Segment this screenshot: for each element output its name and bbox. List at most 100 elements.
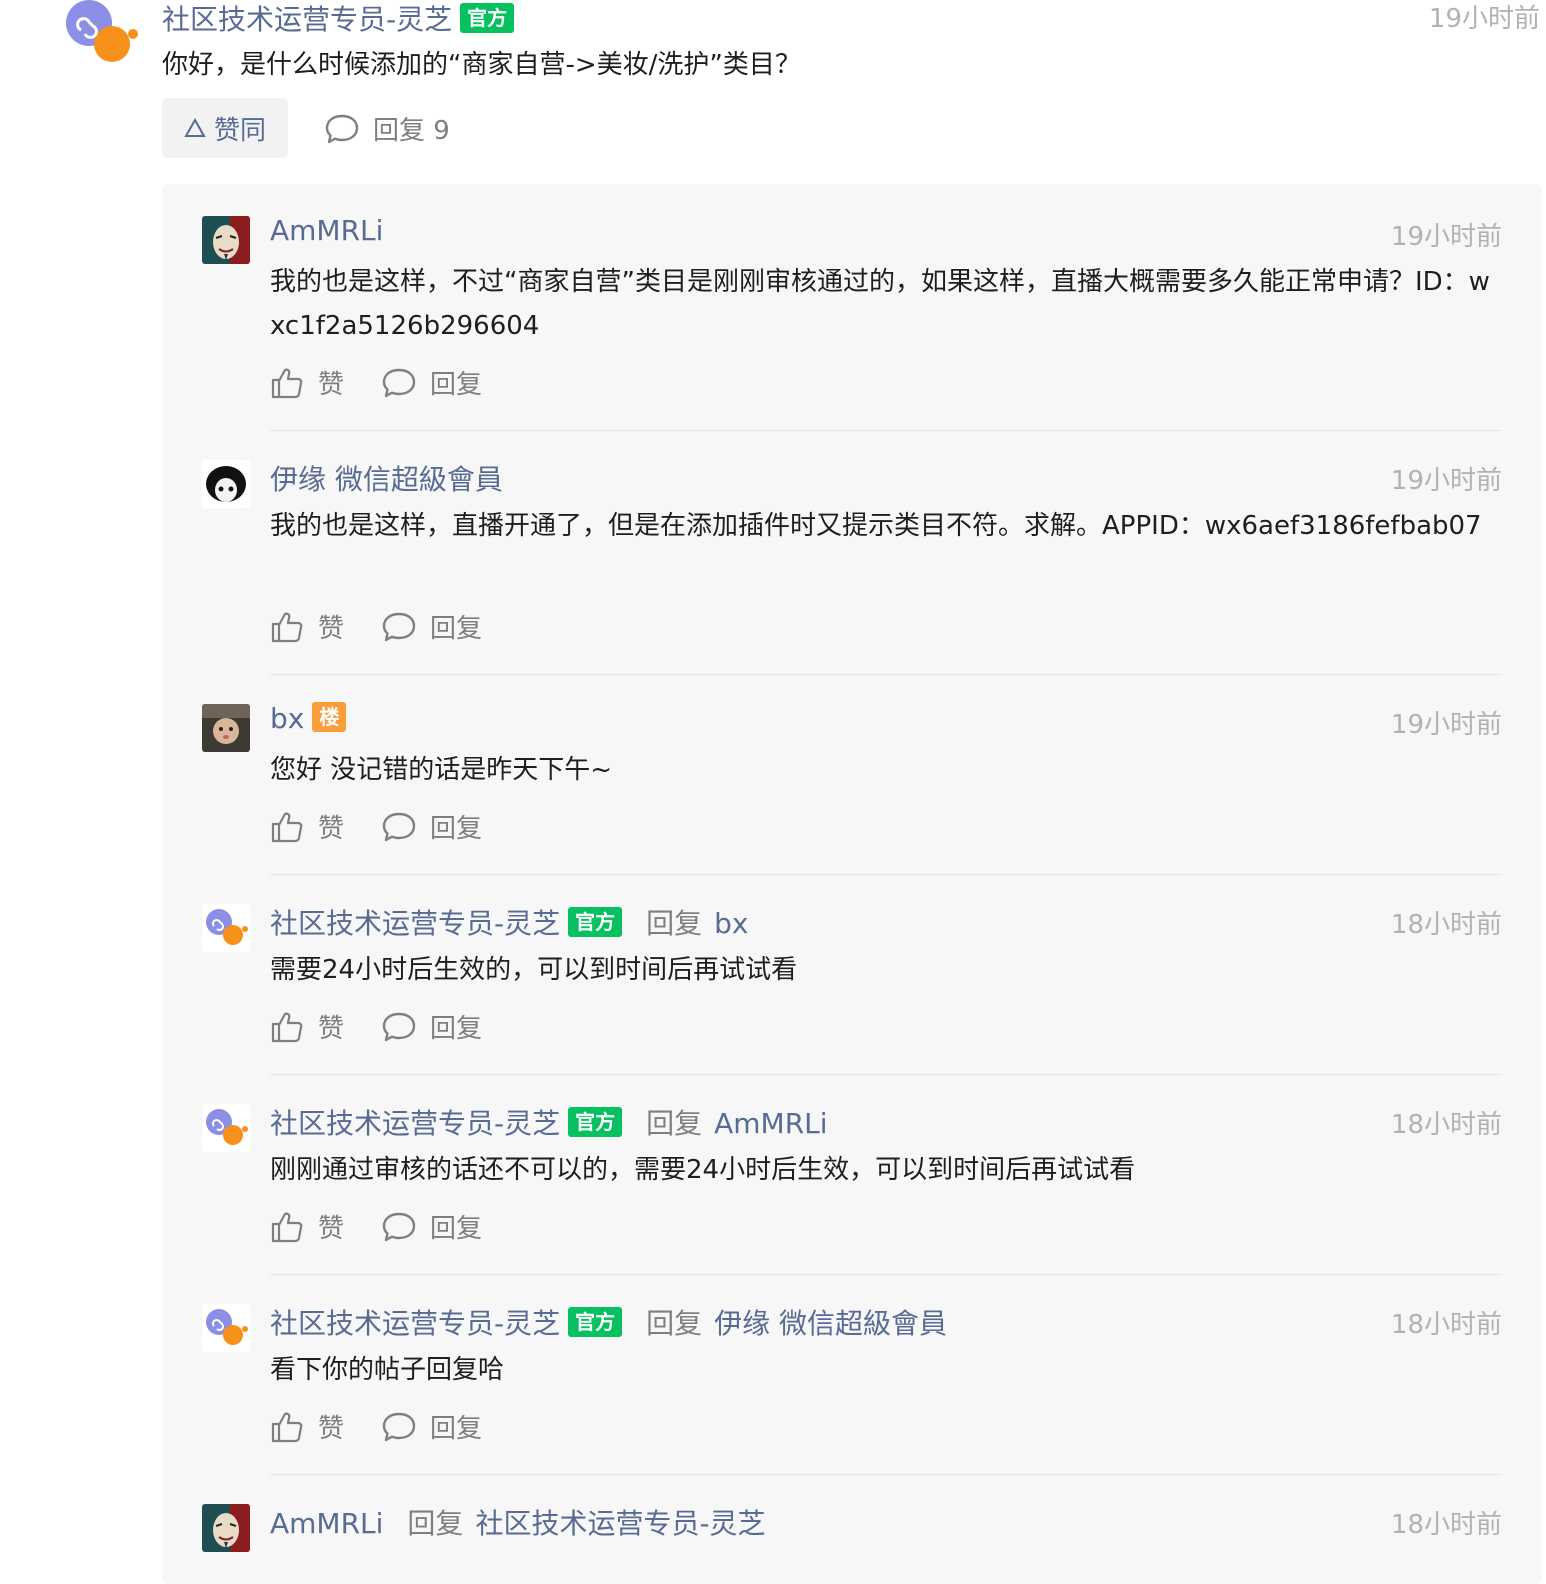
- author-name[interactable]: 社区技术运营专员-灵芝: [270, 1307, 560, 1340]
- post-author[interactable]: 社区技术运营专员-灵芝 官方: [162, 0, 515, 38]
- divider: [270, 1274, 1502, 1275]
- like-label: 赞: [318, 370, 345, 400]
- author-name[interactable]: 伊缘 微信超級會員: [270, 463, 503, 496]
- thumbs-up-icon: [271, 1212, 303, 1242]
- like-label: 赞: [318, 1214, 345, 1244]
- reply-header: 社区技术运营专员-灵芝 官方 回复 bx: [270, 902, 748, 942]
- author-name[interactable]: 社区技术运营专员-灵芝: [270, 1107, 560, 1140]
- user-avatar[interactable]: [202, 460, 250, 508]
- like-label: 赞: [318, 1414, 345, 1444]
- user-avatar[interactable]: [202, 904, 250, 952]
- official-badge: 官方: [568, 907, 623, 937]
- user-avatar[interactable]: [202, 216, 250, 264]
- reply-actions: 赞 回复: [270, 808, 482, 845]
- reply-header: bx 楼: [270, 702, 347, 735]
- official-badge: 官方: [460, 3, 515, 33]
- reply-list: AmMRLi 19小时前 我的也是这样，不过“商家自营”类目是刚刚审核通过的，如果这…: [162, 184, 1542, 1584]
- thumbs-up-icon: [271, 612, 303, 642]
- user-avatar[interactable]: [202, 1504, 250, 1552]
- reply-button[interactable]: 回复: [382, 808, 482, 845]
- divider: [270, 1474, 1502, 1475]
- reply-target-name[interactable]: bx: [714, 907, 748, 940]
- reply-button[interactable]: 回复: [382, 1408, 482, 1445]
- author-name[interactable]: AmMRLi: [270, 1507, 383, 1540]
- reply-count-label: 回复 9: [373, 116, 450, 146]
- author-avatar[interactable]: [66, 0, 138, 64]
- divider: [270, 1074, 1502, 1075]
- thumbs-up-icon: [271, 812, 303, 842]
- triangle-up-icon: [184, 118, 206, 137]
- comment-icon: [382, 612, 416, 641]
- thumbs-up-icon: [271, 1012, 303, 1042]
- author-name[interactable]: bx: [270, 702, 304, 735]
- like-button[interactable]: 赞: [270, 808, 344, 845]
- reply-to-label: 回复: [646, 1107, 703, 1140]
- post-time: 19小时前: [1428, 4, 1540, 34]
- reply-button[interactable]: 回复: [382, 608, 482, 645]
- reply-content: 刚刚通过审核的话还不可以的，需要24小时后生效，可以到时间后再试试看: [270, 1155, 1136, 1185]
- user-avatar[interactable]: [202, 1304, 250, 1352]
- agree-label: 赞同: [213, 115, 266, 146]
- comment-icon: [382, 368, 416, 397]
- reply-label: 回复: [430, 370, 483, 400]
- like-label: 赞: [318, 814, 345, 844]
- thumbs-up-icon: [271, 368, 303, 398]
- like-button[interactable]: 赞: [270, 608, 344, 645]
- divider: [270, 674, 1502, 675]
- reply-target-name[interactable]: AmMRLi: [714, 1107, 827, 1140]
- reply-time: 18小时前: [1390, 1310, 1502, 1340]
- reply-button[interactable]: 回复: [382, 1208, 482, 1245]
- reply-label: 回复: [430, 614, 483, 644]
- agree-button[interactable]: 赞同: [162, 98, 288, 158]
- reply-actions: 赞 回复: [270, 1408, 482, 1445]
- comment-icon: [382, 1412, 416, 1441]
- reply-header: AmMRLi 回复 社区技术运营专员-灵芝: [270, 1502, 766, 1542]
- reply-content: 看下你的帖子回复哈: [270, 1355, 505, 1385]
- op-badge: 楼: [312, 702, 347, 732]
- reply-time: 19小时前: [1390, 466, 1502, 496]
- comment-icon: [382, 1212, 416, 1241]
- reply-count-button[interactable]: 回复 9: [325, 110, 450, 147]
- reply-actions: 赞 回复: [270, 608, 482, 645]
- reply-header: 社区技术运营专员-灵芝 官方 回复 伊缘 微信超級會員: [270, 1302, 947, 1342]
- reply-button[interactable]: 回复: [382, 1008, 482, 1045]
- like-button[interactable]: 赞: [270, 1408, 344, 1445]
- like-label: 赞: [318, 614, 345, 644]
- author-name[interactable]: 社区技术运营专员-灵芝: [162, 3, 452, 36]
- reply-actions: 赞 回复: [270, 364, 482, 401]
- reply-content: 您好 没记错的话是昨天下午~: [270, 755, 613, 785]
- like-button[interactable]: 赞: [270, 1008, 344, 1045]
- author-name[interactable]: AmMRLi: [270, 214, 383, 247]
- reply-time: 18小时前: [1390, 910, 1502, 940]
- reply-actions: 赞 回复: [270, 1008, 482, 1045]
- reply-label: 回复: [430, 1214, 483, 1244]
- reply-content: 我的也是这样，不过“商家自营”类目是刚刚审核通过的，如果这样，直播大概需要多久能…: [270, 267, 1490, 341]
- author-name[interactable]: 社区技术运营专员-灵芝: [270, 907, 560, 940]
- like-button[interactable]: 赞: [270, 364, 344, 401]
- comment-icon: [382, 1012, 416, 1041]
- reply-time: 18小时前: [1390, 1510, 1502, 1540]
- comment-icon: [325, 114, 359, 143]
- user-avatar[interactable]: [202, 704, 250, 752]
- reply-button[interactable]: 回复: [382, 364, 482, 401]
- reply-target-name[interactable]: 社区技术运营专员-灵芝: [475, 1507, 765, 1540]
- reply-header: AmMRLi: [270, 214, 383, 247]
- reply-label: 回复: [430, 1414, 483, 1444]
- user-avatar[interactable]: [202, 1104, 250, 1152]
- reply-actions: 赞 回复: [270, 1208, 482, 1245]
- reply-time: 19小时前: [1390, 222, 1502, 252]
- reply-to-label: 回复: [646, 1307, 703, 1340]
- thumbs-up-icon: [271, 1412, 303, 1442]
- reply-to-label: 回复: [646, 907, 703, 940]
- reply-header: 社区技术运营专员-灵芝 官方 回复 AmMRLi: [270, 1102, 828, 1142]
- divider: [270, 430, 1502, 431]
- divider: [270, 874, 1502, 875]
- reply-header: 伊缘 微信超級會員: [270, 458, 503, 498]
- reply-label: 回复: [430, 1014, 483, 1044]
- reply-target-name[interactable]: 伊缘 微信超級會員: [714, 1307, 947, 1340]
- post-content: 你好，是什么时候添加的“商家自营->美妆/洗护”类目？: [162, 50, 801, 80]
- like-button[interactable]: 赞: [270, 1208, 344, 1245]
- reply-time: 19小时前: [1390, 710, 1502, 740]
- reply-to-label: 回复: [407, 1507, 464, 1540]
- reply-content: 我的也是这样，直播开通了，但是在添加插件时又提示类目不符。求解。APPID：wx…: [270, 511, 1482, 541]
